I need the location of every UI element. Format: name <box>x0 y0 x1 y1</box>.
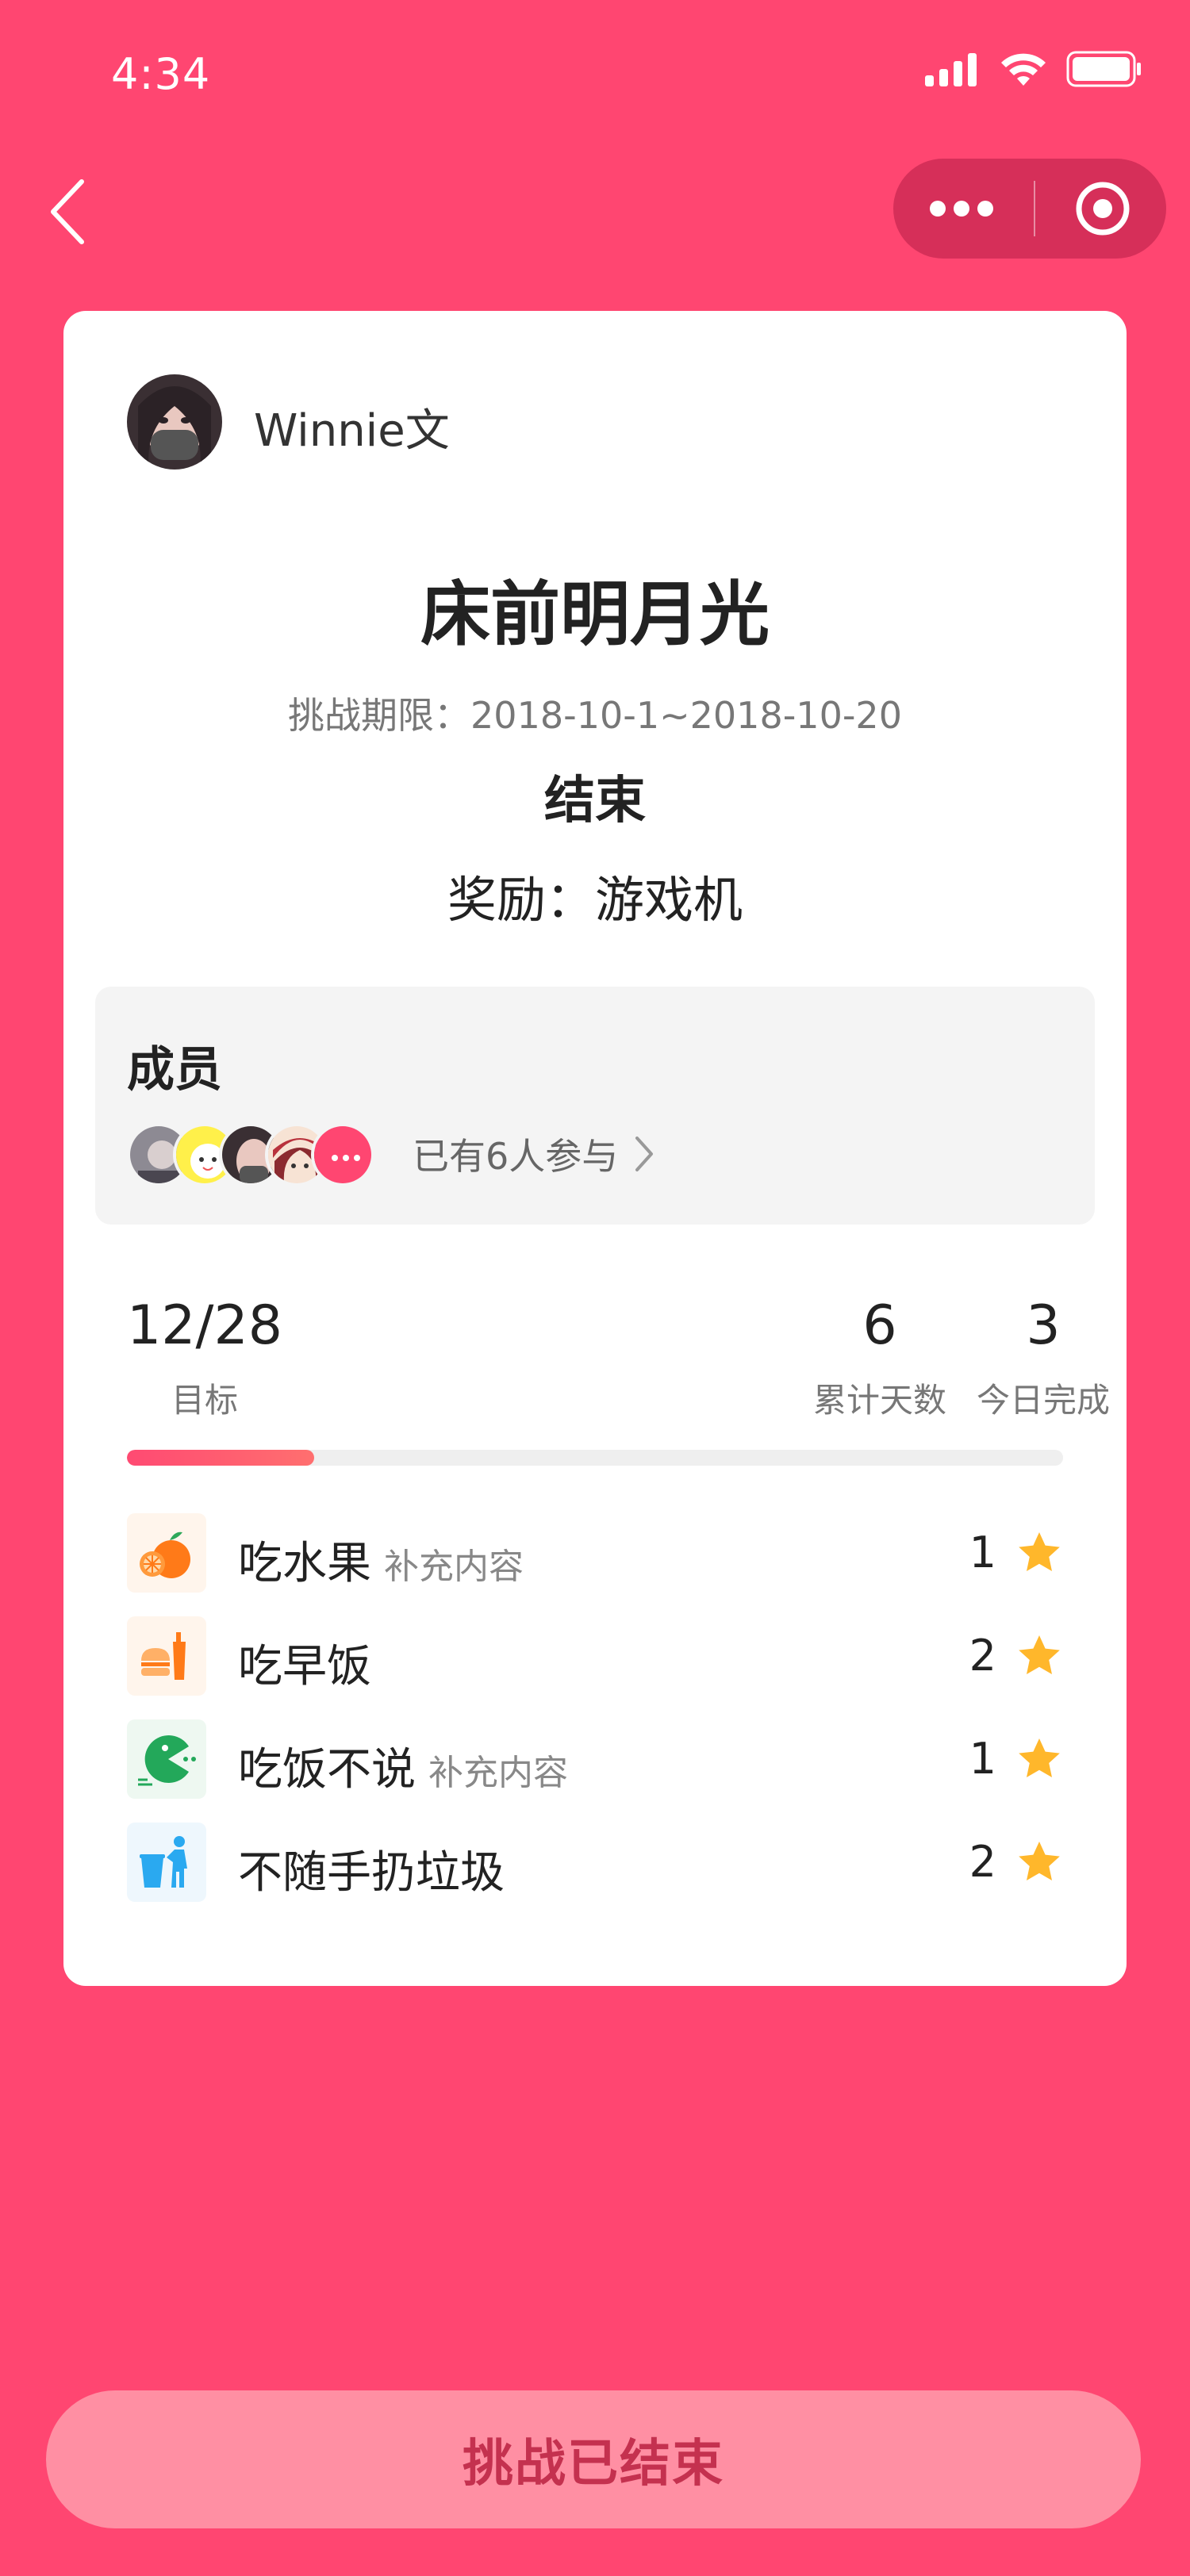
members-section[interactable]: 成员 已有6人参与 <box>95 987 1095 1225</box>
challenge-title: 床前明月光 <box>420 573 770 655</box>
mini-program-capsule <box>893 159 1166 259</box>
today-done-value: 3 <box>1026 1294 1061 1357</box>
close-target-icon[interactable] <box>1074 180 1131 237</box>
member-count-link[interactable]: 已有6人参与 <box>413 1128 654 1180</box>
back-button[interactable] <box>44 176 92 247</box>
task-item[interactable]: 吃饭不说 补充内容 1 <box>127 1719 1063 1799</box>
task-item[interactable]: 吃早饭 2 <box>127 1616 1063 1696</box>
task-name: 吃水果 <box>238 1538 371 1589</box>
goal-value: 12/28 <box>127 1294 282 1357</box>
signal-icon <box>925 53 977 86</box>
star-icon <box>1019 1635 1060 1674</box>
trash-person-icon <box>127 1823 206 1902</box>
status-icons <box>923 51 1142 87</box>
task-name: 吃早饭 <box>238 1641 371 1692</box>
total-days-value: 6 <box>862 1294 897 1357</box>
capsule-divider <box>1034 181 1035 236</box>
task-name: 吃饭不说 <box>238 1744 416 1796</box>
username: Winnie文 <box>254 405 450 457</box>
star-icon <box>1019 1738 1060 1777</box>
avatar-portrait-icon <box>127 374 222 470</box>
task-count: 2 <box>969 1631 996 1681</box>
task-count: 1 <box>969 1528 996 1577</box>
progress-fill <box>127 1450 314 1466</box>
pacman-icon <box>127 1719 206 1799</box>
wifi-icon <box>1001 53 1046 86</box>
progress-bar <box>127 1450 1063 1466</box>
challenge-card: Winnie文 床前明月光 挑战期限：2018-10-1~2018-10-20 … <box>63 311 1127 1986</box>
chevron-right-icon <box>635 1137 654 1171</box>
breakfast-icon <box>127 1616 206 1696</box>
battery-icon <box>1066 51 1141 87</box>
avatar[interactable] <box>127 374 222 470</box>
total-days-label: 累计天数 <box>812 1381 946 1420</box>
chevron-left-icon <box>51 179 84 244</box>
more-icon[interactable] <box>928 199 995 218</box>
more-members-button[interactable] <box>311 1123 374 1186</box>
task-count: 1 <box>969 1734 996 1784</box>
today-done-label: 今日完成 <box>976 1381 1110 1420</box>
challenge-reward: 奖励：游戏机 <box>447 871 743 929</box>
task-item[interactable]: 不随手扔垃圾 2 <box>127 1823 1063 1902</box>
goal-label: 目标 <box>171 1381 239 1420</box>
task-note: 补充内容 <box>384 1547 524 1587</box>
task-item[interactable]: 吃水果 补充内容 1 <box>127 1513 1063 1593</box>
task-note: 补充内容 <box>428 1753 568 1793</box>
members-title: 成员 <box>127 1042 222 1098</box>
task-name: 不随手扔垃圾 <box>238 1847 505 1899</box>
task-count: 2 <box>969 1837 996 1887</box>
challenge-period: 挑战期限：2018-10-1~2018-10-20 <box>288 694 902 737</box>
star-icon <box>1019 1842 1060 1880</box>
more-dots-icon <box>314 1126 371 1183</box>
member-count-text: 已有6人参与 <box>413 1135 619 1178</box>
member-avatars <box>127 1123 397 1186</box>
challenge-status: 结束 <box>544 772 646 830</box>
challenge-ended-button[interactable]: 挑战已结束 <box>46 2390 1141 2528</box>
orange-icon <box>127 1513 206 1593</box>
star-icon <box>1019 1532 1060 1571</box>
status-time: 4:34 <box>111 49 211 99</box>
